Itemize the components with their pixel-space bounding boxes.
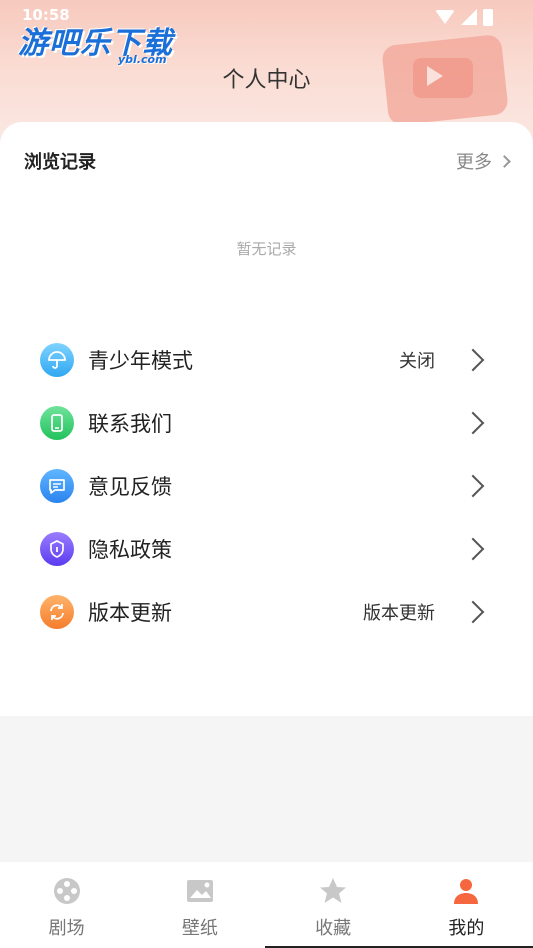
menu-item-label: 意见反馈: [88, 474, 172, 499]
chevron-right-icon: [461, 411, 485, 434]
image-icon: [185, 876, 215, 906]
menu-item-value: 版本更新: [363, 602, 435, 624]
menu-item-teen-mode[interactable]: 青少年模式 关闭: [0, 328, 533, 391]
tab-mine[interactable]: 我的: [400, 862, 533, 948]
history-more-label: 更多: [456, 152, 492, 173]
bottom-tab-bar: 剧场 壁纸 收藏 我的: [0, 862, 533, 948]
tab-label: 收藏: [315, 918, 352, 939]
tab-label: 我的: [448, 918, 485, 939]
menu-item-value: 关闭: [399, 350, 435, 372]
phone-icon: [40, 405, 74, 440]
menu-item-update[interactable]: 版本更新 版本更新: [0, 580, 533, 643]
settings-menu: 青少年模式 关闭 联系我们 意见反馈 隐私政策 版本更新 版本更新: [0, 328, 533, 643]
page-title: 个人中心: [222, 68, 311, 93]
shield-icon: [40, 531, 74, 566]
history-title: 浏览记录: [24, 152, 96, 173]
message-icon: [40, 468, 74, 503]
status-icons: [435, 6, 493, 28]
wifi-icon: [435, 10, 455, 24]
history-empty-text: 暂无记录: [236, 240, 297, 258]
battery-icon: [483, 8, 493, 26]
chevron-right-icon: [461, 348, 485, 371]
chevron-right-icon: [461, 600, 485, 623]
chevron-right-icon: [461, 537, 485, 560]
star-icon: [318, 876, 348, 906]
menu-item-label: 版本更新: [88, 600, 172, 625]
menu-item-label: 隐私政策: [88, 537, 172, 562]
umbrella-icon: [40, 342, 74, 377]
chevron-right-icon: [498, 154, 511, 168]
tab-favorites[interactable]: 收藏: [267, 862, 400, 948]
film-reel-icon: [52, 876, 82, 906]
signal-icon: [461, 9, 477, 25]
menu-item-label: 联系我们: [88, 411, 172, 436]
menu-item-feedback[interactable]: 意见反馈: [0, 454, 533, 517]
menu-item-privacy[interactable]: 隐私政策: [0, 517, 533, 580]
tab-wallpaper[interactable]: 壁纸: [133, 862, 266, 948]
user-icon: [451, 876, 481, 906]
tab-label: 剧场: [48, 918, 85, 939]
menu-item-label: 青少年模式: [88, 348, 193, 373]
content-card: 浏览记录 更多 暂无记录 青少年模式 关闭 联系我们 意见反馈 隐私政策 版本更…: [0, 122, 533, 716]
chevron-right-icon: [461, 474, 485, 497]
tab-label: 壁纸: [181, 918, 218, 939]
menu-item-contact[interactable]: 联系我们: [0, 391, 533, 454]
history-more-link[interactable]: 更多: [456, 148, 511, 174]
refresh-icon: [40, 594, 74, 629]
tab-theater[interactable]: 剧场: [0, 862, 133, 948]
